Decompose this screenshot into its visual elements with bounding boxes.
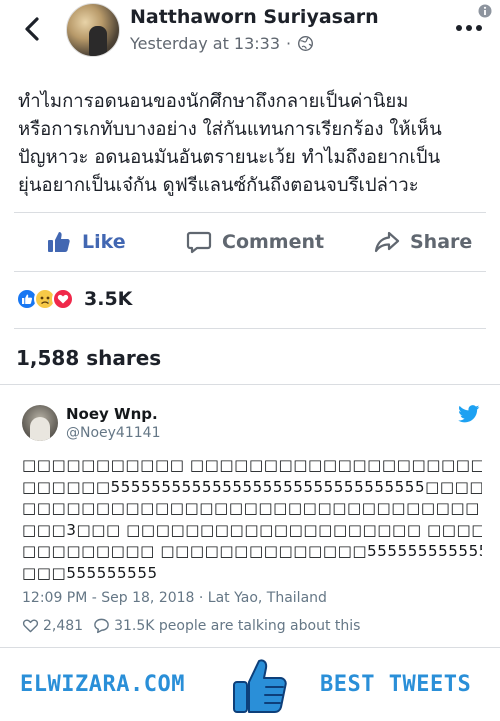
speech-bubble-icon[interactable]: [93, 617, 110, 634]
post-text-line: ยุ่นอยากเป็นเจ๋กัน ดูฟรีแลนซ์กันถึงตอนจบ…: [18, 175, 419, 196]
shares-count[interactable]: 1,588 shares: [16, 346, 161, 370]
back-chevron-icon: [25, 17, 39, 41]
more-icon: [456, 25, 462, 31]
reaction-count: 3.5K: [84, 288, 133, 310]
thumbs-up-icon: [48, 232, 70, 252]
tweet-text: □□□□□□□□□□□ □□□□□□□□□□□□□□□□□□□□□□□□□□□□…: [22, 455, 482, 584]
divider: [14, 212, 486, 213]
more-options-button[interactable]: [456, 18, 486, 38]
back-button[interactable]: [20, 14, 44, 44]
comment-label: Comment: [222, 231, 325, 253]
big-thumbs-up-icon: [233, 659, 287, 713]
tagline: BEST TWEETS: [320, 672, 472, 697]
reactions-summary[interactable]: 3.5K: [16, 286, 132, 312]
tweet-like-count: 2,481: [43, 617, 84, 634]
tweet-text-line: □□□□□□□□□□□ □□□□□□□□□□□□□□□□□□□□□□□□□□□□…: [22, 456, 482, 474]
post-text-line: ปัญหาวะ อดนอนมันอันตรายนะเว้ย ทำไมถึงอยา…: [18, 147, 441, 168]
brand-name: ELWIZARA.COM: [20, 672, 185, 697]
love-reaction-icon: [52, 288, 74, 310]
tweet-stats: 2,481 31.5K people are talking about thi…: [22, 617, 360, 634]
share-icon: [374, 231, 400, 253]
tweet-avatar[interactable]: [22, 405, 58, 441]
meta-separator: ·: [286, 34, 292, 53]
twitter-bird-icon[interactable]: [458, 405, 480, 423]
comment-icon: [186, 231, 212, 254]
heart-icon[interactable]: [22, 617, 39, 634]
post-meta: Yesterday at 13:33 ·: [130, 34, 314, 53]
embedded-tweet[interactable]: Noey Wnp. @Noey41141 □□□□□□□□□□□ □□□□□□□…: [0, 384, 500, 648]
tweet-text-line: □□□□□□5555555555555555555555555555555□□□…: [22, 477, 482, 496]
post-text-line: หรือการเกทับบางอย่าง ใส่กันแทนการเรียกร้…: [18, 119, 442, 140]
tweet-text-line: □□□□□□□□□ □□□□□□□□□□□□□□5555555555555□□□…: [22, 542, 482, 560]
tweet-text-line: □□□3□□□ □□□□□□□□□□□□□□□□□□□□ □□□□□□□□□□□…: [22, 520, 482, 539]
tweet-author-name[interactable]: Noey Wnp.: [66, 405, 158, 423]
tweet-text-line: □□□555555555: [22, 563, 158, 582]
like-label: Like: [82, 231, 126, 253]
comment-button[interactable]: Comment: [186, 220, 324, 264]
info-icon[interactable]: [478, 4, 492, 18]
tweet-text-line: □□□□□□□□□□□□□□□□□□□□□□□□□□□□□□□ □□□□□□□□…: [22, 499, 482, 517]
like-button[interactable]: Like: [46, 220, 126, 264]
tweet-date[interactable]: 12:09 PM - Sep 18, 2018 · Lat Yao, Thail…: [22, 590, 327, 606]
share-label: Share: [410, 231, 473, 253]
action-bar: Like Comment Share: [0, 220, 500, 264]
post-text-line: ทำไมการอดนอนของนักศึกษาถึงกลายเป็นค่านิย…: [18, 91, 409, 112]
tweet-author-handle[interactable]: @Noey41141: [66, 425, 160, 441]
footer-banner: ELWIZARA.COM BEST TWEETS: [0, 650, 500, 721]
tweet-talking-count[interactable]: 31.5K people are talking about this: [114, 618, 360, 634]
divider: [14, 328, 486, 329]
globe-icon: [298, 36, 314, 51]
post-text: ทำไมการอดนอนของนักศึกษาถึงกลายเป็นค่านิย…: [18, 88, 488, 200]
post-header: Natthaworn Suriyasarn Yesterday at 13:33…: [0, 0, 500, 60]
divider: [14, 271, 486, 272]
share-button[interactable]: Share: [374, 220, 472, 264]
author-avatar[interactable]: [66, 3, 120, 57]
post-timestamp[interactable]: Yesterday at 13:33: [130, 34, 280, 53]
author-name[interactable]: Natthaworn Suriyasarn: [130, 6, 379, 28]
